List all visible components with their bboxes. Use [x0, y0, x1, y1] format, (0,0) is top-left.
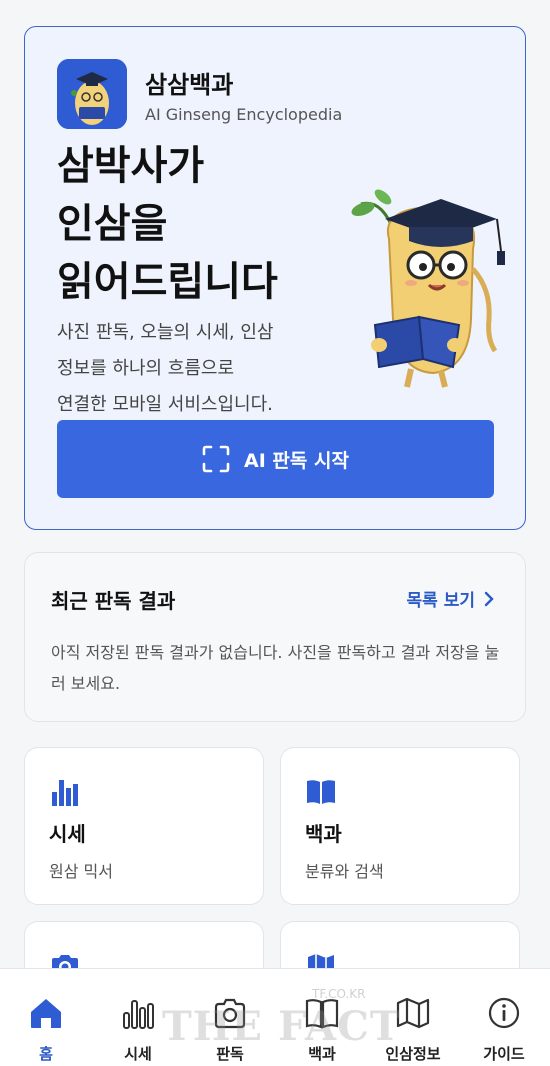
cta-label: AI 판독 시작	[244, 449, 349, 472]
description-line: 정보를 하나의 흐름으로	[57, 358, 235, 379]
bottom-navigation: 홈 시세 판독 백과 인삼정보 가이드 TF.CO.KR THE FACT	[0, 968, 550, 1066]
card-subtitle: 원삼 믹서	[49, 862, 113, 881]
nav-label: 시세	[124, 1045, 152, 1063]
scan-frame-icon	[202, 445, 230, 473]
headline-line: 읽어드립니다	[57, 259, 278, 305]
hero-description: 사진 판독, 오늘의 시세, 인삼 정보를 하나의 흐름으로 연결한 모바일 서…	[57, 315, 357, 423]
description-line: 연결한 모바일 서비스입니다.	[57, 394, 273, 415]
ai-scan-start-button[interactable]: AI 판독 시작	[57, 420, 494, 498]
card-title: 시세	[49, 822, 86, 846]
recent-results-card: 최근 판독 결과 목록 보기 아직 저장된 판독 결과가 없습니다. 사진을 판…	[24, 552, 526, 722]
ginseng-mascot-illustration	[341, 169, 519, 391]
empty-state-text: 아직 저장된 판독 결과가 없습니다. 사진을 판독하고 결과 저장을 눌러 보…	[51, 643, 500, 693]
chevron-right-icon	[484, 591, 494, 606]
nav-home[interactable]: 홈	[0, 969, 92, 1066]
bar-chart-icon	[52, 780, 78, 806]
watermark-large: THE FACT	[162, 1003, 401, 1050]
hero-headline: 삼박사가 인삼을 읽어드립니다	[57, 137, 357, 311]
card-title: 백과	[305, 822, 342, 846]
home-icon	[31, 999, 61, 1028]
watermark-small: TF.CO.KR	[312, 987, 366, 1001]
nav-label: 홈	[39, 1045, 53, 1063]
app-name: 삼삼백과	[145, 71, 234, 99]
encyclopedia-card[interactable]: 백과 분류와 검색	[280, 747, 520, 905]
view-list-link[interactable]: 목록 보기	[407, 586, 495, 611]
headline-line: 인삼을	[57, 201, 168, 247]
bar-chart-icon	[123, 1000, 154, 1029]
card-subtitle: 분류와 검색	[305, 862, 384, 881]
recent-results-title: 최근 판독 결과	[51, 589, 176, 613]
book-icon	[307, 780, 335, 804]
app-subtitle: AI Ginseng Encyclopedia	[145, 105, 343, 124]
description-line: 사진 판독, 오늘의 시세, 인삼	[57, 322, 274, 343]
view-list-label: 목록 보기	[406, 591, 475, 611]
headline-line: 삼박사가	[57, 143, 205, 189]
nav-label: 가이드	[483, 1045, 525, 1063]
info-icon	[488, 997, 520, 1029]
market-price-card[interactable]: 시세 원삼 믹서	[24, 747, 264, 905]
app-logo-icon	[57, 59, 127, 129]
nav-guide[interactable]: 가이드	[458, 969, 550, 1066]
hero-card: 삼삼백과 AI Ginseng Encyclopedia 삼박사가 인삼을 읽어…	[24, 26, 526, 530]
